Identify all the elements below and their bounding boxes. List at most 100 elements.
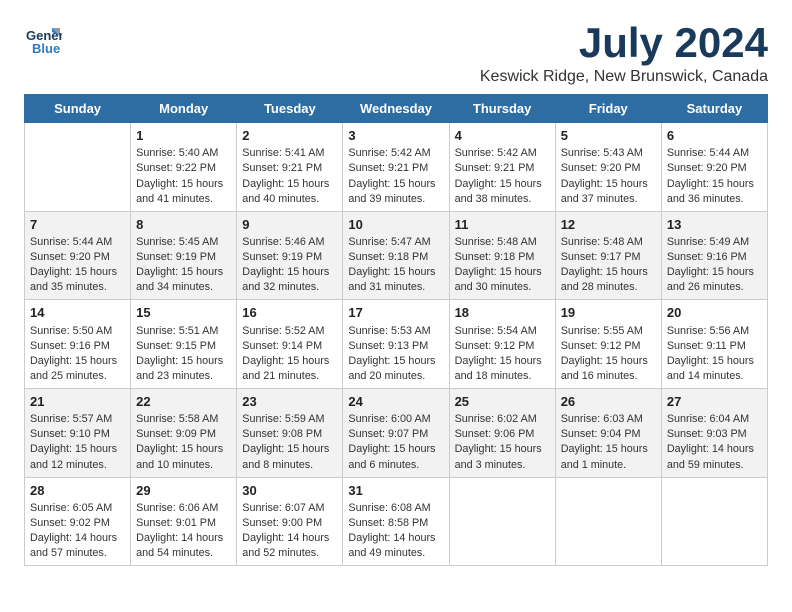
day-info: Sunrise: 5:45 AM Sunset: 9:19 PM Dayligh… bbox=[136, 235, 231, 295]
day-info: Sunrise: 5:50 AM Sunset: 9:16 PM Dayligh… bbox=[30, 324, 125, 384]
day-info: Sunrise: 5:40 AM Sunset: 9:22 PM Dayligh… bbox=[136, 146, 231, 206]
calendar-cell: 18 Sunrise: 5:54 AM Sunset: 9:12 PM Dayli… bbox=[449, 300, 555, 389]
day-number: 19 bbox=[561, 304, 656, 322]
day-number: 18 bbox=[455, 304, 550, 322]
calendar-table: SundayMondayTuesdayWednesdayThursdayFrid… bbox=[24, 94, 768, 566]
calendar-cell: 6Sunrise: 5:44 AM Sunset: 9:20 PM Daylig… bbox=[661, 123, 767, 212]
day-of-week-header: Monday bbox=[131, 95, 237, 123]
day-number: 1 bbox=[136, 127, 231, 145]
day-number: 26 bbox=[561, 393, 656, 411]
calendar-cell: 8Sunrise: 5:45 AM Sunset: 9:19 PM Daylig… bbox=[131, 211, 237, 300]
calendar-body: 1Sunrise: 5:40 AM Sunset: 9:22 PM Daylig… bbox=[25, 123, 768, 566]
day-info: Sunrise: 5:59 AM Sunset: 9:08 PM Dayligh… bbox=[242, 412, 337, 472]
day-info: Sunrise: 6:07 AM Sunset: 9:00 PM Dayligh… bbox=[242, 501, 337, 561]
day-info: Sunrise: 5:58 AM Sunset: 9:09 PM Dayligh… bbox=[136, 412, 231, 472]
day-info: Sunrise: 5:55 AM Sunset: 9:12 PM Dayligh… bbox=[561, 324, 656, 384]
day-number: 15 bbox=[136, 304, 231, 322]
calendar-cell: 15Sunrise: 5:51 AM Sunset: 9:15 PM Dayli… bbox=[131, 300, 237, 389]
day-number: 14 bbox=[30, 304, 125, 322]
calendar-cell: 22Sunrise: 5:58 AM Sunset: 9:09 PM Dayli… bbox=[131, 389, 237, 478]
day-number: 11 bbox=[455, 216, 550, 234]
calendar-cell: 9Sunrise: 5:46 AM Sunset: 9:19 PM Daylig… bbox=[237, 211, 343, 300]
day-info: Sunrise: 5:42 AM Sunset: 9:21 PM Dayligh… bbox=[455, 146, 550, 206]
calendar-cell bbox=[661, 477, 767, 566]
day-number: 25 bbox=[455, 393, 550, 411]
day-of-week-header: Sunday bbox=[25, 95, 131, 123]
calendar-cell: 12Sunrise: 5:48 AM Sunset: 9:17 PM Dayli… bbox=[555, 211, 661, 300]
calendar-cell: 10Sunrise: 5:47 AM Sunset: 9:18 PM Dayli… bbox=[343, 211, 449, 300]
calendar-cell: 26Sunrise: 6:03 AM Sunset: 9:04 PM Dayli… bbox=[555, 389, 661, 478]
day-info: Sunrise: 5:44 AM Sunset: 9:20 PM Dayligh… bbox=[667, 146, 762, 206]
location: Keswick Ridge, New Brunswick, Canada bbox=[480, 68, 768, 86]
calendar-week-row: 28Sunrise: 6:05 AM Sunset: 9:02 PM Dayli… bbox=[25, 477, 768, 566]
day-info: Sunrise: 6:03 AM Sunset: 9:04 PM Dayligh… bbox=[561, 412, 656, 472]
calendar-cell bbox=[449, 477, 555, 566]
day-info: Sunrise: 6:05 AM Sunset: 9:02 PM Dayligh… bbox=[30, 501, 125, 561]
day-number: 24 bbox=[348, 393, 443, 411]
day-number: 6 bbox=[667, 127, 762, 145]
calendar-cell: 5Sunrise: 5:43 AM Sunset: 9:20 PM Daylig… bbox=[555, 123, 661, 212]
day-number: 9 bbox=[242, 216, 337, 234]
day-info: Sunrise: 6:06 AM Sunset: 9:01 PM Dayligh… bbox=[136, 501, 231, 561]
day-info: Sunrise: 5:43 AM Sunset: 9:20 PM Dayligh… bbox=[561, 146, 656, 206]
calendar-cell: 27Sunrise: 6:04 AM Sunset: 9:03 PM Dayli… bbox=[661, 389, 767, 478]
day-of-week-header: Tuesday bbox=[237, 95, 343, 123]
day-number: 10 bbox=[348, 216, 443, 234]
calendar-cell: 2Sunrise: 5:41 AM Sunset: 9:21 PM Daylig… bbox=[237, 123, 343, 212]
calendar-cell: 30Sunrise: 6:07 AM Sunset: 9:00 PM Dayli… bbox=[237, 477, 343, 566]
day-number: 16 bbox=[242, 304, 337, 322]
calendar-cell: 28Sunrise: 6:05 AM Sunset: 9:02 PM Dayli… bbox=[25, 477, 131, 566]
calendar-cell: 3Sunrise: 5:42 AM Sunset: 9:21 PM Daylig… bbox=[343, 123, 449, 212]
day-number: 20 bbox=[667, 304, 762, 322]
calendar-cell: 17Sunrise: 5:53 AM Sunset: 9:13 PM Dayli… bbox=[343, 300, 449, 389]
calendar-cell: 24Sunrise: 6:00 AM Sunset: 9:07 PM Dayli… bbox=[343, 389, 449, 478]
day-number: 4 bbox=[455, 127, 550, 145]
calendar-cell: 25Sunrise: 6:02 AM Sunset: 9:06 PM Dayli… bbox=[449, 389, 555, 478]
calendar-cell: 23Sunrise: 5:59 AM Sunset: 9:08 PM Dayli… bbox=[237, 389, 343, 478]
calendar-cell: 1Sunrise: 5:40 AM Sunset: 9:22 PM Daylig… bbox=[131, 123, 237, 212]
day-number: 31 bbox=[348, 482, 443, 500]
calendar-cell: 13Sunrise: 5:49 AM Sunset: 9:16 PM Dayli… bbox=[661, 211, 767, 300]
svg-text:Blue: Blue bbox=[32, 41, 60, 56]
day-info: Sunrise: 5:54 AM Sunset: 9:12 PM Dayligh… bbox=[455, 324, 550, 384]
day-number: 3 bbox=[348, 127, 443, 145]
day-number: 8 bbox=[136, 216, 231, 234]
day-info: Sunrise: 6:04 AM Sunset: 9:03 PM Dayligh… bbox=[667, 412, 762, 472]
day-info: Sunrise: 6:02 AM Sunset: 9:06 PM Dayligh… bbox=[455, 412, 550, 472]
day-number: 17 bbox=[348, 304, 443, 322]
day-info: Sunrise: 5:49 AM Sunset: 9:16 PM Dayligh… bbox=[667, 235, 762, 295]
day-info: Sunrise: 5:46 AM Sunset: 9:19 PM Dayligh… bbox=[242, 235, 337, 295]
day-number: 27 bbox=[667, 393, 762, 411]
day-number: 21 bbox=[30, 393, 125, 411]
day-of-week-header: Thursday bbox=[449, 95, 555, 123]
calendar-cell: 11Sunrise: 5:48 AM Sunset: 9:18 PM Dayli… bbox=[449, 211, 555, 300]
calendar-week-row: 7Sunrise: 5:44 AM Sunset: 9:20 PM Daylig… bbox=[25, 211, 768, 300]
day-number: 12 bbox=[561, 216, 656, 234]
days-of-week-row: SundayMondayTuesdayWednesdayThursdayFrid… bbox=[25, 95, 768, 123]
day-info: Sunrise: 5:41 AM Sunset: 9:21 PM Dayligh… bbox=[242, 146, 337, 206]
calendar-cell: 14 Sunrise: 5:50 AM Sunset: 9:16 PM Dayli… bbox=[25, 300, 131, 389]
day-info: Sunrise: 6:00 AM Sunset: 9:07 PM Dayligh… bbox=[348, 412, 443, 472]
calendar-cell: 21Sunrise: 5:57 AM Sunset: 9:10 PM Dayli… bbox=[25, 389, 131, 478]
day-info: Sunrise: 6:08 AM Sunset: 8:58 PM Dayligh… bbox=[348, 501, 443, 561]
calendar-week-row: 21Sunrise: 5:57 AM Sunset: 9:10 PM Dayli… bbox=[25, 389, 768, 478]
day-info: Sunrise: 5:57 AM Sunset: 9:10 PM Dayligh… bbox=[30, 412, 125, 472]
day-info: Sunrise: 5:48 AM Sunset: 9:18 PM Dayligh… bbox=[455, 235, 550, 295]
calendar-cell: 20 Sunrise: 5:56 AM Sunset: 9:11 PM Dayli… bbox=[661, 300, 767, 389]
day-of-week-header: Friday bbox=[555, 95, 661, 123]
day-info: Sunrise: 5:56 AM Sunset: 9:11 PM Dayligh… bbox=[667, 324, 762, 384]
day-info: Sunrise: 5:48 AM Sunset: 9:17 PM Dayligh… bbox=[561, 235, 656, 295]
calendar-week-row: 14 Sunrise: 5:50 AM Sunset: 9:16 PM Dayli… bbox=[25, 300, 768, 389]
calendar-cell: 19 Sunrise: 5:55 AM Sunset: 9:12 PM Dayli… bbox=[555, 300, 661, 389]
day-number: 30 bbox=[242, 482, 337, 500]
day-number: 7 bbox=[30, 216, 125, 234]
day-number: 5 bbox=[561, 127, 656, 145]
day-info: Sunrise: 5:52 AM Sunset: 9:14 PM Dayligh… bbox=[242, 324, 337, 384]
day-number: 22 bbox=[136, 393, 231, 411]
calendar-cell: 31Sunrise: 6:08 AM Sunset: 8:58 PM Dayli… bbox=[343, 477, 449, 566]
logo-icon: General Blue bbox=[24, 20, 62, 58]
day-of-week-header: Wednesday bbox=[343, 95, 449, 123]
calendar-cell: 7Sunrise: 5:44 AM Sunset: 9:20 PM Daylig… bbox=[25, 211, 131, 300]
day-number: 13 bbox=[667, 216, 762, 234]
calendar-cell: 16 Sunrise: 5:52 AM Sunset: 9:14 PM Dayli… bbox=[237, 300, 343, 389]
